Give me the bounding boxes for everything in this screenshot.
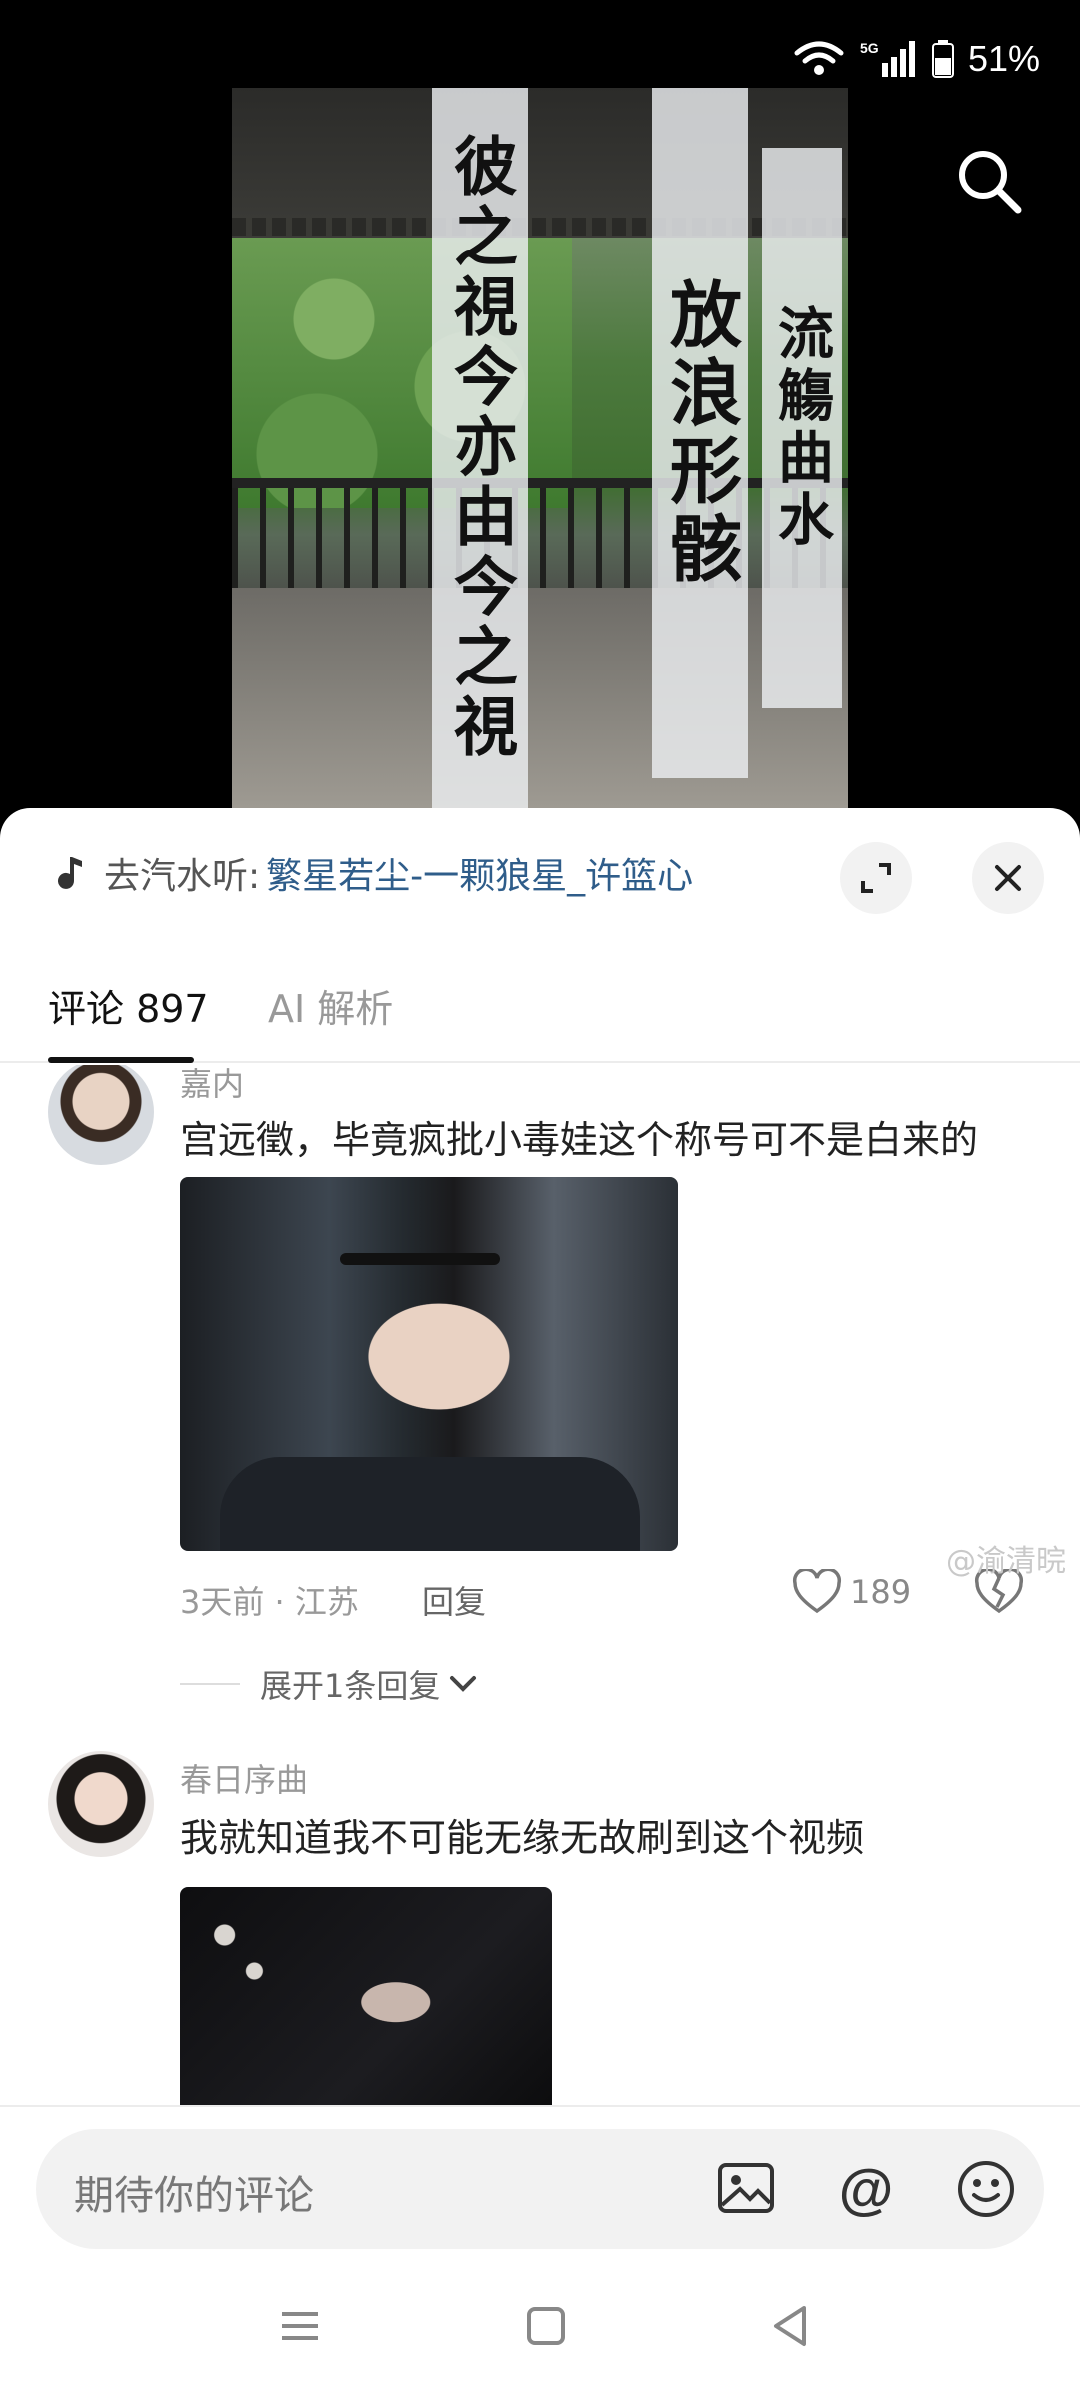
expand-replies-label: 展开1条回复 (260, 1667, 441, 1705)
video-roof (232, 88, 848, 238)
video-player[interactable]: 彼之視今亦由今之視 放浪形骸 流觴曲水 (0, 0, 1080, 808)
tab-ai-analysis[interactable]: AI 解析 (268, 978, 393, 1033)
signal-5g-icon: 5G (860, 40, 915, 77)
video-roof-edge (232, 218, 848, 236)
back-icon[interactable] (760, 2296, 820, 2356)
status-bar: 5G 51% (0, 0, 1080, 90)
comment-text: 我就知道我不可能无缘无故刷到这个视频 (180, 1816, 865, 1860)
reply-button[interactable]: 回复 (422, 1577, 486, 1623)
battery-percent: 51% (967, 38, 1040, 79)
avatar[interactable] (48, 1751, 154, 1857)
chevron-down-icon (450, 1676, 477, 1692)
mention-icon[interactable]: @ (834, 2157, 898, 2221)
divider-line (180, 1683, 240, 1685)
heart-icon (792, 1569, 842, 1614)
svg-text:5G: 5G (860, 40, 879, 56)
system-nav-bar (0, 2278, 1080, 2400)
tab-active-indicator (48, 1057, 194, 1063)
close-icon (995, 865, 1021, 891)
image-headband (340, 1253, 500, 1265)
comment-username[interactable]: 嘉内 (180, 1065, 244, 1105)
image-icon[interactable] (714, 2157, 778, 2221)
emoji-icon[interactable] (954, 2157, 1018, 2221)
avatar[interactable] (48, 1065, 154, 1165)
close-button[interactable] (972, 842, 1044, 914)
calligraphy-banner-left: 彼之視今亦由今之視 (432, 88, 528, 808)
comment-username[interactable]: 春日序曲 (180, 1755, 308, 1801)
like-button[interactable]: 189 (792, 1569, 911, 1615)
home-icon[interactable] (516, 2296, 576, 2356)
tab-comments[interactable]: 评论 897 (48, 978, 209, 1033)
music-prefix: 去汽水听: (104, 856, 261, 897)
watermark: @渝清晥 (946, 1544, 1066, 1579)
calligraphy-banner-middle: 放浪形骸 (652, 88, 748, 778)
tab-bar: 评论 897 AI 解析 (0, 958, 1080, 1063)
battery-icon (931, 40, 954, 78)
comment-sheet: 去汽水听: 繁星若尘-一颗狼星_许篮心 评论 897 AI 解析 嘉内 宫远徵，… (0, 808, 1080, 2400)
calligraphy-banner-right: 流觴曲水 (762, 148, 842, 708)
recent-apps-icon[interactable] (270, 2296, 330, 2356)
like-count: 189 (850, 1573, 912, 1611)
expand-replies-button[interactable]: 展开1条回复 (180, 1661, 478, 1707)
comment-meta: 3天前 · 江苏 (180, 1583, 359, 1621)
comment-list[interactable]: 嘉内 宫远徵，毕竟疯批小毒娃这个称号可不是白来的 3天前 · 江苏 回复 189… (0, 1065, 1080, 2105)
comment-input[interactable]: 期待你的评论 @ (36, 2129, 1044, 2249)
image-robe (220, 1457, 640, 1551)
expand-icon (861, 863, 891, 893)
comment-input-placeholder: 期待你的评论 (74, 2173, 314, 2219)
video-frame[interactable]: 彼之視今亦由今之視 放浪形骸 流觴曲水 (232, 88, 848, 808)
expand-button[interactable] (840, 842, 912, 914)
comment-image[interactable] (180, 1887, 552, 2105)
video-railing (232, 478, 848, 588)
music-row[interactable]: 去汽水听: 繁星若尘-一颗狼星_许篮心 (0, 808, 1080, 938)
music-note-icon (58, 857, 82, 889)
search-icon[interactable] (954, 146, 1024, 216)
comment-input-area: 期待你的评论 @ (0, 2105, 1080, 2249)
music-link[interactable]: 繁星若尘-一颗狼星_许篮心 (266, 847, 693, 899)
comment-image[interactable] (180, 1177, 678, 1551)
comment-text: 宫远徵，毕竟疯批小毒娃这个称号可不是白来的 (180, 1118, 979, 1162)
video-floor (232, 588, 848, 808)
wifi-icon (794, 41, 844, 75)
